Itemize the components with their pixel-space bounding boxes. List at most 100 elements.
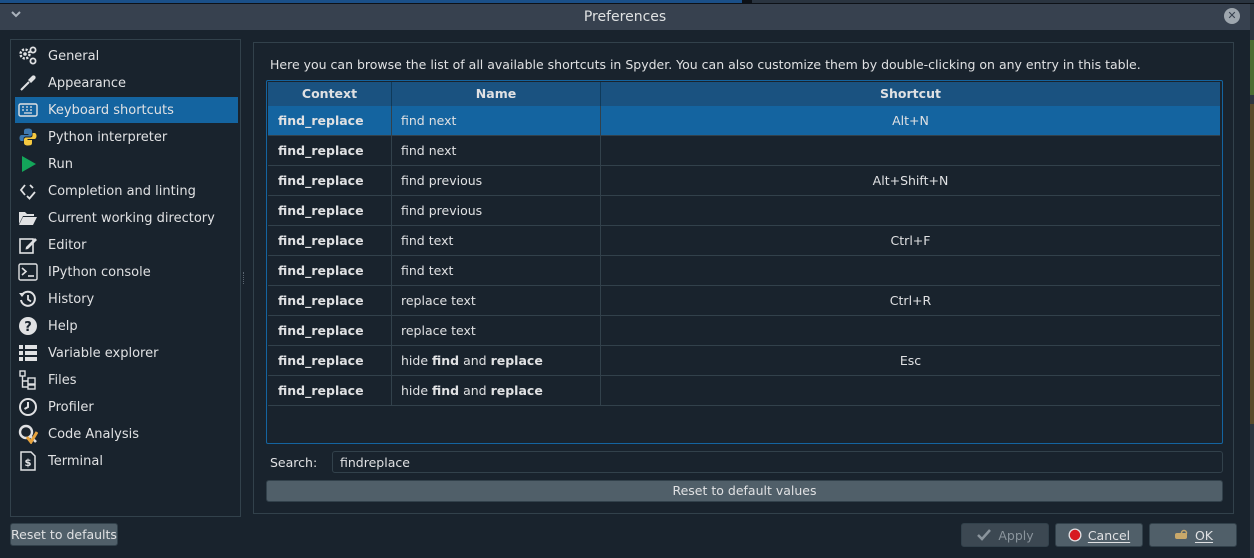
table-row[interactable]: find_replace find previous Alt+Shift+N	[268, 166, 1220, 196]
table-row[interactable]: find_replace replace text	[268, 316, 1220, 346]
name-cell: hide find and replace	[392, 346, 601, 376]
shortcut-cell[interactable]	[601, 316, 1220, 346]
edit-icon	[17, 234, 39, 256]
context-cell: find_replace	[268, 376, 392, 406]
sidebar-item-label: Current working directory	[48, 210, 215, 226]
sidebar-item-label: Python interpreter	[48, 129, 168, 145]
table-row[interactable]: find_replace find next Alt+N	[268, 106, 1220, 136]
name-keyword: replace	[490, 383, 543, 398]
context-cell: find_replace	[268, 136, 392, 166]
question-circle-icon: ?	[17, 315, 39, 337]
terminal-icon	[17, 261, 39, 283]
sidebar-item-help[interactable]: ? Help	[15, 313, 238, 339]
clock-icon	[17, 396, 39, 418]
sidebar-item-appearance[interactable]: Appearance	[15, 70, 238, 96]
shortcut-cell[interactable]	[601, 136, 1220, 166]
sidebar-item-profiler[interactable]: Profiler	[15, 394, 238, 420]
history-icon	[17, 288, 39, 310]
cancel-button[interactable]: Cancel	[1055, 523, 1143, 547]
sidebar-item-keyboard-shortcuts[interactable]: Keyboard shortcuts	[15, 97, 238, 123]
splitter-handle[interactable]	[243, 272, 246, 284]
shortcuts-panel: Here you can browse the list of all avai…	[253, 42, 1234, 514]
play-icon	[17, 153, 39, 175]
table-row[interactable]: find_replace hide find and replace Esc	[268, 346, 1220, 376]
gears-icon	[17, 45, 39, 67]
table-row[interactable]: find_replace hide find and replace	[268, 376, 1220, 406]
column-header-name[interactable]: Name	[392, 82, 601, 106]
close-icon[interactable]: ✕	[1224, 8, 1240, 24]
shortcut-cell[interactable]	[601, 376, 1220, 406]
name-cell: replace text	[392, 316, 601, 346]
stop-circle-icon	[1068, 528, 1082, 542]
shortcuts-table: Context Name Shortcut find_replace find n…	[266, 80, 1223, 444]
context-cell: find_replace	[268, 106, 392, 136]
shortcut-cell[interactable]	[601, 196, 1220, 226]
column-header-shortcut[interactable]: Shortcut	[601, 82, 1220, 106]
sidebar-item-terminal[interactable]: $ Terminal	[15, 448, 238, 474]
sidebar-item-label: Completion and linting	[48, 183, 196, 199]
table-row[interactable]: find_replace find text Ctrl+F	[268, 226, 1220, 256]
table-row[interactable]: find_replace find text	[268, 256, 1220, 286]
apply-button[interactable]: Apply	[961, 523, 1049, 547]
name-text: hide	[401, 383, 432, 398]
shortcut-cell[interactable]: Ctrl+F	[601, 226, 1220, 256]
sidebar-item-label: Code Analysis	[48, 426, 139, 442]
sidebar-item-files[interactable]: Files	[15, 367, 238, 393]
sidebar-item-label: Variable explorer	[48, 345, 159, 361]
reset-to-defaults-label: Reset to defaults	[11, 527, 117, 542]
sidebar-item-history[interactable]: History	[15, 286, 238, 312]
code-check-icon	[17, 180, 39, 202]
name-cell: find text	[392, 226, 601, 256]
context-cell: find_replace	[268, 196, 392, 226]
reset-default-values-button[interactable]: Reset to default values	[266, 480, 1223, 502]
sidebar-item-label: Help	[48, 318, 78, 334]
name-cell: replace text	[392, 286, 601, 316]
table-row[interactable]: find_replace find next	[268, 136, 1220, 166]
name-cell: hide find and replace	[392, 376, 601, 406]
name-text: and	[459, 383, 491, 398]
sidebar-item-completion-and-linting[interactable]: Completion and linting	[15, 178, 238, 204]
shortcut-cell[interactable]: Alt+Shift+N	[601, 166, 1220, 196]
apply-label: Apply	[998, 527, 1034, 543]
name-cell: find previous	[392, 166, 601, 196]
shortcut-cell[interactable]: Esc	[601, 346, 1220, 376]
table-row[interactable]: find_replace replace text Ctrl+R	[268, 286, 1220, 316]
sidebar-item-label: Run	[48, 156, 73, 172]
name-cell: find next	[392, 136, 601, 166]
top-strip-accent	[0, 0, 742, 3]
context-cell: find_replace	[268, 346, 392, 376]
name-keyword: find	[432, 383, 460, 398]
sidebar-item-editor[interactable]: Editor	[15, 232, 238, 258]
sidebar-item-current-working-directory[interactable]: Current working directory	[15, 205, 238, 231]
sidebar-item-run[interactable]: Run	[15, 151, 238, 177]
reset-to-defaults-button[interactable]: Reset to defaults	[10, 523, 118, 546]
sidebar-item-code-analysis[interactable]: Code Analysis	[15, 421, 238, 447]
sidebar-item-python-interpreter[interactable]: Python interpreter	[15, 124, 238, 150]
python-icon	[17, 126, 39, 148]
terminal-file-icon: $	[17, 450, 39, 472]
ok-label: OK	[1194, 527, 1214, 543]
sidebar-item-variable-explorer[interactable]: Variable explorer	[15, 340, 238, 366]
name-text: and	[459, 353, 491, 368]
sidebar-item-ipython-console[interactable]: IPython console	[15, 259, 238, 285]
context-cell: find_replace	[268, 316, 392, 346]
shortcut-cell[interactable]	[601, 256, 1220, 286]
column-header-context[interactable]: Context	[268, 82, 392, 106]
shortcut-cell[interactable]: Alt+N	[601, 106, 1220, 136]
context-cell: find_replace	[268, 166, 392, 196]
sidebar-item-general[interactable]: General	[15, 43, 238, 69]
name-keyword: replace	[490, 353, 543, 368]
table-row[interactable]: find_replace find previous	[268, 196, 1220, 226]
name-cell: find next	[392, 106, 601, 136]
svg-text:?: ?	[24, 320, 32, 335]
sidebar-item-label: Files	[48, 372, 77, 388]
ok-button[interactable]: OK	[1149, 523, 1237, 547]
window-title: Preferences	[583, 9, 667, 25]
search-input[interactable]	[332, 451, 1223, 473]
sidebar-item-label: Keyboard shortcuts	[48, 102, 174, 118]
preferences-sidebar: General Appearance Keyboard shortcuts Pytho…	[10, 39, 241, 517]
checkmark-icon	[976, 528, 992, 542]
table-header: Context Name Shortcut	[268, 82, 1220, 106]
context-cell: find_replace	[268, 226, 392, 256]
shortcut-cell[interactable]: Ctrl+R	[601, 286, 1220, 316]
